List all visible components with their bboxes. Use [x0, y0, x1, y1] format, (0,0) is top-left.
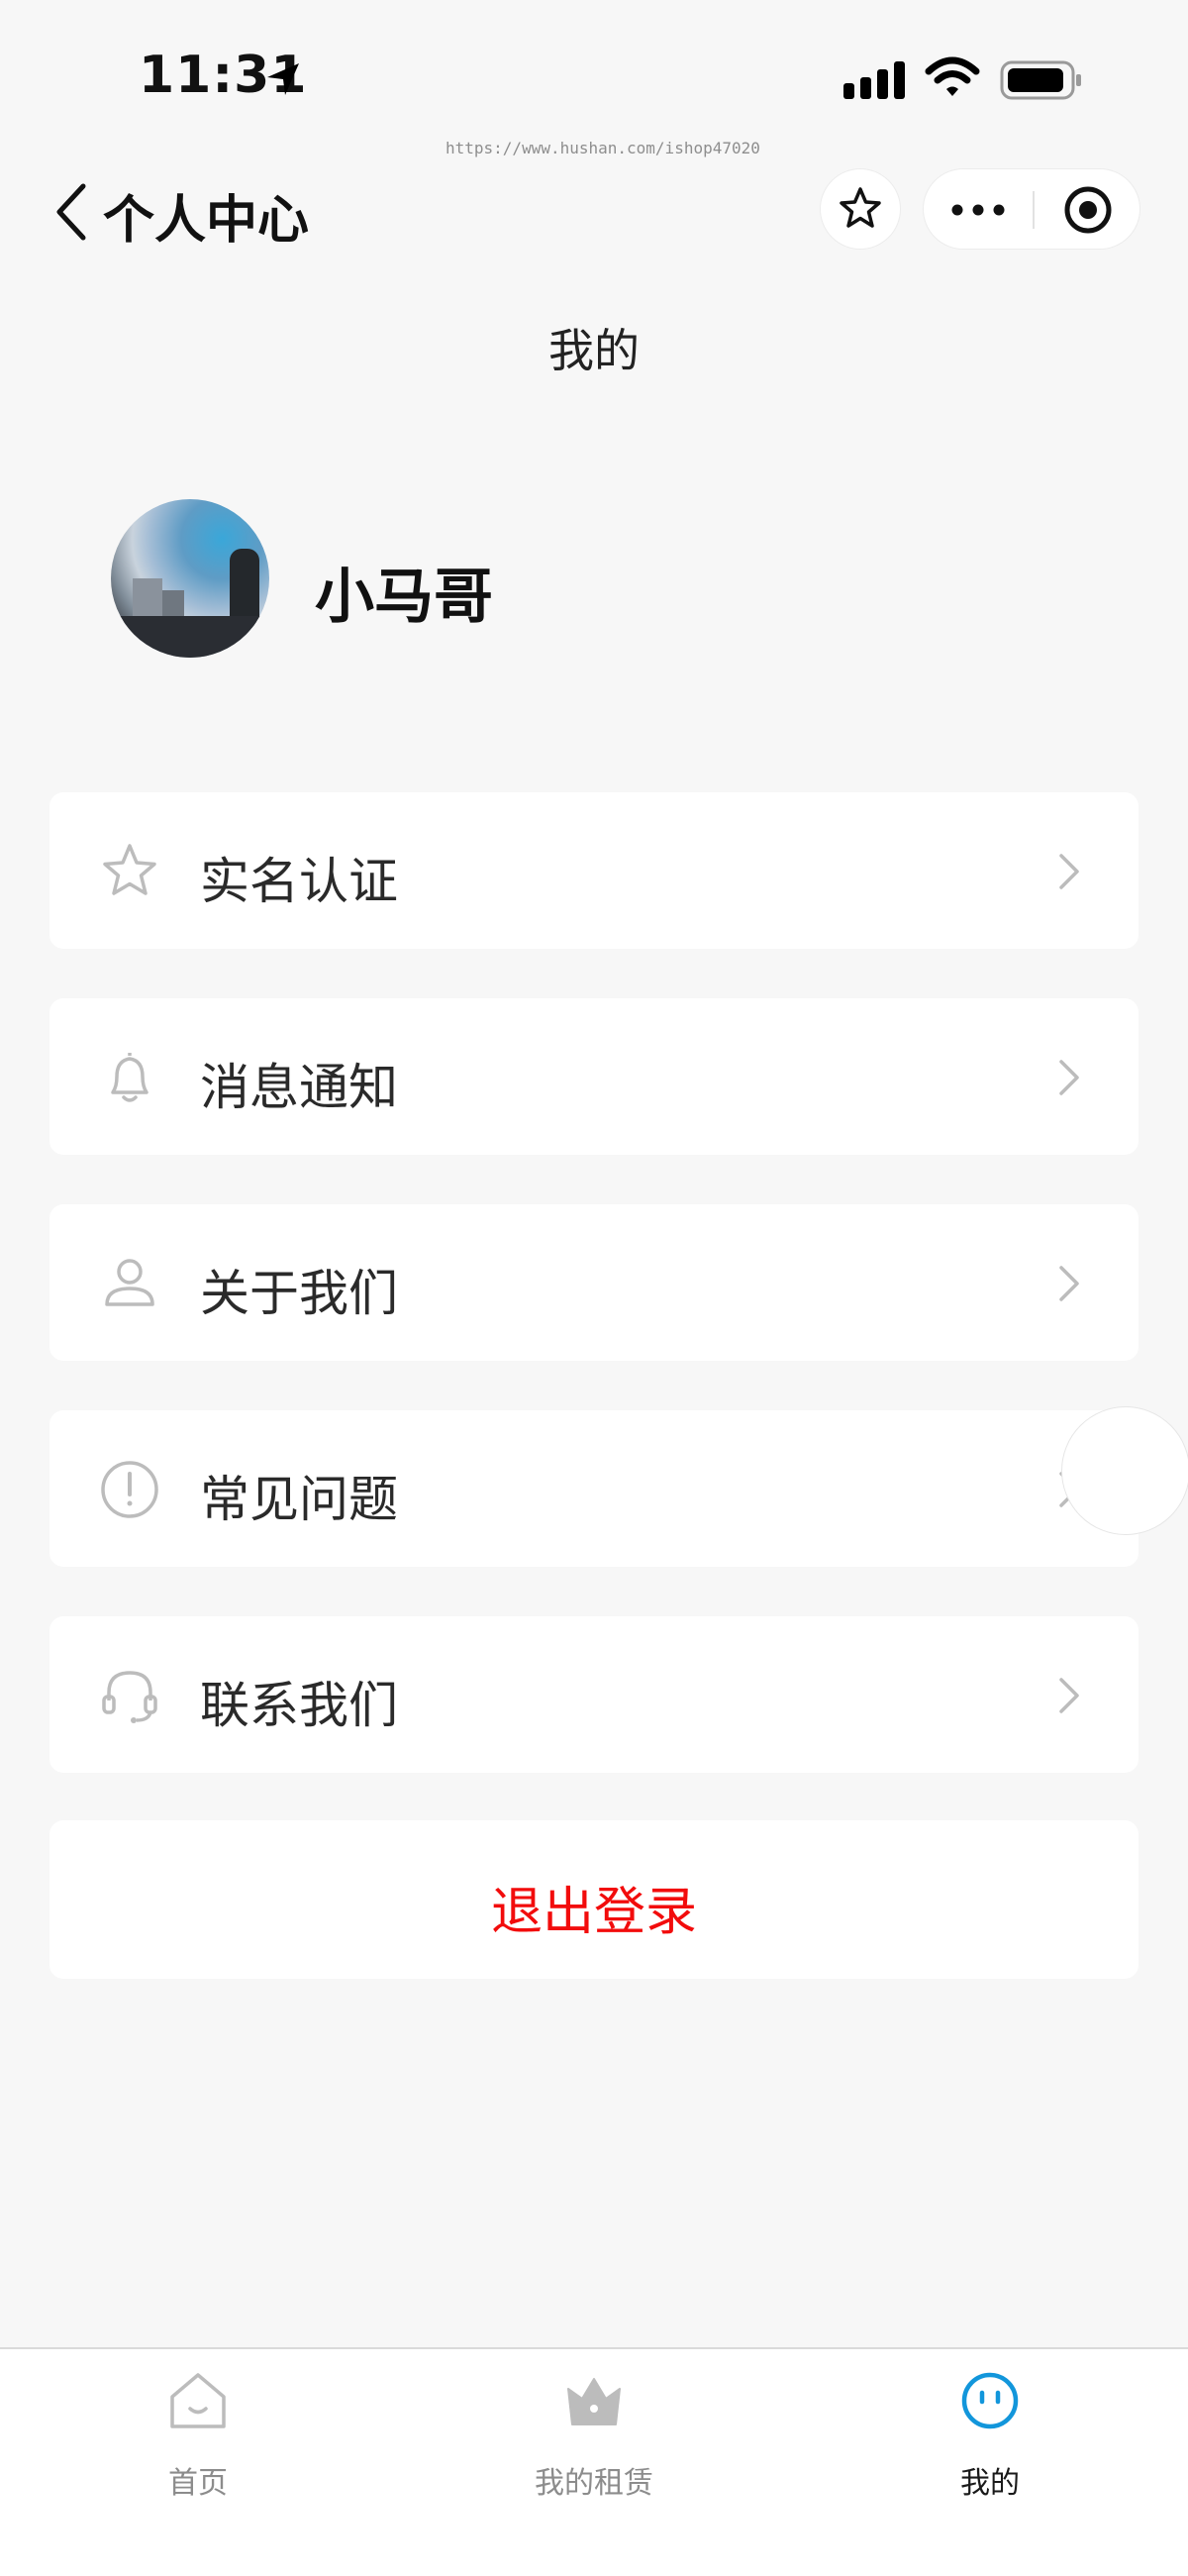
menu-item-label: 实名认证: [200, 853, 398, 910]
star-outline-icon: [840, 187, 881, 228]
tab-label: 我的租赁: [535, 2466, 653, 2501]
avatar[interactable]: [111, 499, 269, 658]
menu-item-notifications[interactable]: 消息通知: [50, 998, 1138, 1155]
logout-label: 退出登录: [490, 1883, 697, 1942]
tab-home[interactable]: 首页: [0, 2349, 396, 2547]
nav-bar: 个人中心: [0, 158, 1188, 277]
bell-icon: [111, 1053, 148, 1102]
tab-label: 首页: [168, 2466, 228, 2501]
nav-title: 个人中心: [103, 191, 310, 251]
wifi-icon: [925, 56, 980, 96]
smile-face-icon: [961, 2372, 1019, 2429]
headset-icon: [102, 1671, 157, 1723]
menu-item-real-name-verification[interactable]: 实名认证: [50, 792, 1138, 949]
menu-item-label: 联系我们: [200, 1677, 398, 1734]
menu-item-about-us[interactable]: 关于我们: [50, 1204, 1138, 1361]
menu-item-label: 关于我们: [200, 1265, 398, 1322]
person-icon: [105, 1259, 154, 1306]
menu-item-label: 消息通知: [200, 1059, 398, 1116]
favorite-button[interactable]: [820, 168, 901, 250]
chevron-right-icon: [1059, 1266, 1079, 1301]
more-dots-icon: [951, 204, 1005, 216]
back-chevron-icon[interactable]: [51, 180, 91, 244]
tab-mine[interactable]: 我的: [792, 2349, 1188, 2547]
avatar-ground: [111, 616, 269, 658]
home-icon: [170, 2373, 226, 2428]
chevron-right-icon: [1059, 1060, 1079, 1095]
username: 小马哥: [315, 563, 493, 632]
menu-item-label: 常见问题: [200, 1471, 398, 1528]
cellular-signal-icon: [843, 61, 905, 99]
location-arrow-icon: [267, 63, 299, 95]
url-watermark: https://www.hushan.com/ishop47020: [446, 139, 760, 157]
tab-bar: 首页 我的租赁 我的: [0, 2347, 1188, 2576]
target-circle-icon: [1064, 186, 1112, 234]
page-title: 我的: [548, 324, 640, 377]
floating-assistive-button[interactable]: [1061, 1406, 1188, 1535]
battery-icon: [1000, 60, 1081, 100]
close-miniprogram-button[interactable]: [1035, 169, 1141, 251]
chevron-right-icon: [1059, 1678, 1079, 1713]
menu-item-contact-us[interactable]: 联系我们: [50, 1616, 1138, 1773]
info-icon: [101, 1461, 158, 1518]
star-icon: [103, 844, 156, 895]
logout-button[interactable]: 退出登录: [50, 1820, 1138, 1979]
chevron-right-icon: [1059, 854, 1079, 889]
mini-program-capsule: [923, 168, 1140, 250]
menu-item-faq[interactable]: 常见问题: [50, 1410, 1138, 1567]
tab-my-rentals[interactable]: 我的租赁: [396, 2349, 792, 2547]
status-bar: 11:31: [0, 0, 1188, 149]
more-button[interactable]: [924, 169, 1033, 251]
crown-icon: [567, 2378, 621, 2425]
tab-label: 我的: [960, 2466, 1020, 2501]
